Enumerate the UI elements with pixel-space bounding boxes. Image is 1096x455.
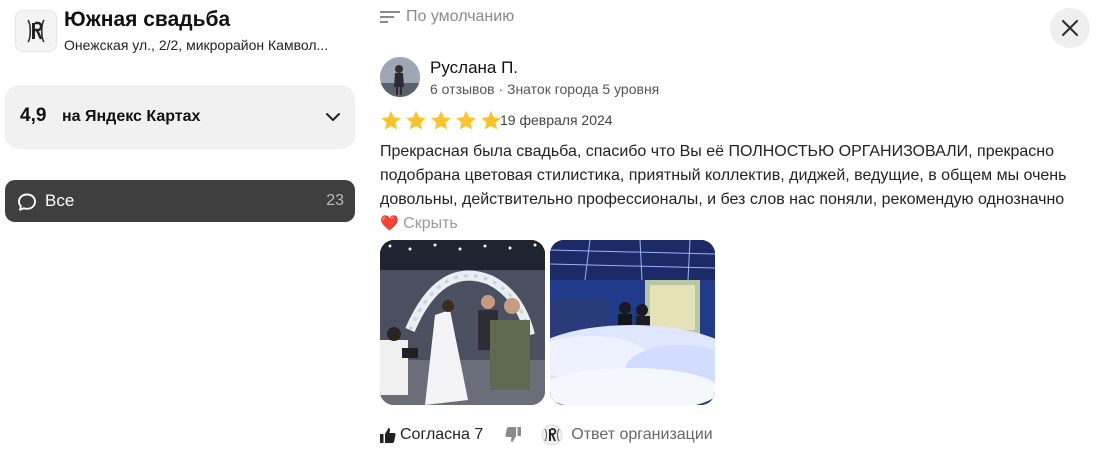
- avatar-photo: [380, 57, 420, 97]
- rating-value: 4,9: [20, 105, 47, 126]
- author-name[interactable]: Руслана П.: [430, 58, 518, 78]
- rating-dropdown[interactable]: 4,9 на Яндекс Картах: [5, 85, 355, 149]
- review-photo-1[interactable]: [380, 240, 545, 405]
- org-logo-small-icon: [541, 424, 563, 446]
- org-answer-label: Ответ организации: [571, 426, 713, 443]
- thumbs-up-icon: [380, 428, 396, 443]
- wedding-ceremony-photo: [380, 240, 545, 405]
- rating-source: на Яндекс Картах: [62, 108, 201, 125]
- org-answer-button[interactable]: Ответ организации: [541, 424, 713, 446]
- review-photo-2[interactable]: [550, 240, 715, 405]
- star-icon: [481, 110, 501, 130]
- sort-label: По умолчанию: [406, 8, 515, 25]
- agree-button[interactable]: Согласна 7: [380, 426, 483, 444]
- star-icon: [456, 110, 476, 130]
- org-logo[interactable]: [15, 10, 57, 52]
- chevron-down-icon: [326, 113, 340, 121]
- author-meta: 6 отзывов · Знаток города 5 уровня: [430, 81, 660, 97]
- star-icon: [431, 110, 451, 130]
- thumbs-down-icon: [505, 427, 522, 442]
- wedding-monogram-icon: [27, 19, 45, 43]
- sort-lines-icon: [380, 11, 400, 23]
- filter-all-reviews[interactable]: Все 23: [5, 180, 355, 222]
- chat-bubble-icon: [18, 193, 36, 211]
- review-actions: Согласна 7 Ответ организации: [380, 424, 713, 446]
- org-name: Южная свадьба: [64, 8, 231, 31]
- review-text: Прекрасная была свадьба, спасибо что Вы …: [380, 140, 1080, 236]
- left-panel: Южная свадьба Онежская ул., 2/2, микрора…: [0, 0, 370, 455]
- dance-floor-fog-photo: [550, 240, 715, 405]
- hide-text-link[interactable]: Скрыть: [403, 215, 458, 232]
- org-address[interactable]: Онежская ул., 2/2, микрорайон Камвол...: [64, 37, 328, 53]
- review-date: 19 февраля 2024: [500, 112, 613, 128]
- star-icon: [381, 110, 401, 130]
- author-avatar[interactable]: [380, 57, 420, 97]
- close-icon: [1061, 19, 1079, 37]
- agree-label: Согласна 7: [400, 426, 484, 443]
- heart-emoji-icon: ❤️: [380, 215, 399, 232]
- filter-label: Все: [45, 191, 75, 210]
- filter-count: 23: [326, 192, 344, 209]
- disagree-button[interactable]: [505, 427, 522, 443]
- star-icon: [406, 110, 426, 130]
- close-button[interactable]: [1050, 8, 1090, 48]
- sort-dropdown[interactable]: По умолчанию: [380, 8, 514, 26]
- review-body: Прекрасная была свадьба, спасибо что Вы …: [380, 143, 1067, 208]
- rating-stars: [380, 110, 502, 131]
